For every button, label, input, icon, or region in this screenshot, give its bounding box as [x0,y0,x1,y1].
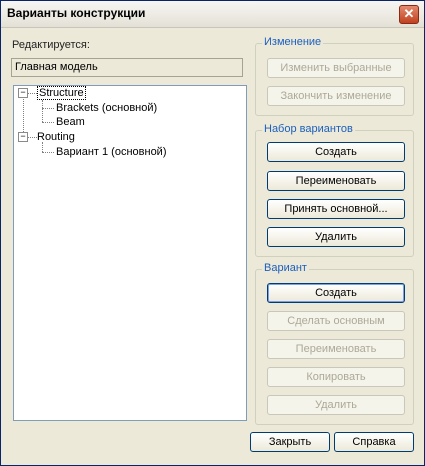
tree-line [27,137,37,138]
tree-node-variant-1[interactable]: Вариант 1 (основной) [56,145,167,159]
tree-node-beam[interactable]: Beam [56,115,85,129]
tree-node-label: Вариант 1 (основной) [56,146,167,158]
rename-option-button[interactable]: Переименовать [267,339,405,359]
tree-node-label: Brackets (основной) [56,102,158,114]
tree-line [42,100,43,122]
copy-option-button[interactable]: Копировать [267,367,405,387]
tree-node-structure[interactable]: Structure [37,86,86,100]
editing-field: Главная модель [11,58,243,77]
window-title: Варианты конструкции [7,6,146,20]
tree-line [42,122,54,123]
collapse-icon[interactable]: − [18,132,28,142]
tree-node-label: Routing [37,131,75,143]
options-tree[interactable]: − Structure Brackets (основной) Beam − R… [13,85,247,421]
delete-set-button[interactable]: Удалить [267,227,405,247]
create-set-button[interactable]: Создать [267,142,405,162]
editing-value: Главная модель [15,61,98,73]
tree-node-routing[interactable]: Routing [37,130,75,144]
title-bar[interactable]: Варианты конструкции ✕ [1,1,424,28]
delete-option-button[interactable]: Удалить [267,395,405,415]
editing-label: Редактируется: [12,39,90,51]
rename-set-button[interactable]: Переименовать [267,171,405,191]
create-option-button[interactable]: Создать [267,283,405,303]
make-primary-button[interactable]: Сделать основным [267,311,405,331]
tree-node-label: Structure [37,86,86,100]
tree-node-brackets[interactable]: Brackets (основной) [56,101,157,115]
tree-line [42,108,54,109]
tree-line [42,152,54,153]
finish-edit-button[interactable]: Закончить изменение [267,86,405,106]
tree-node-label: Beam [56,116,85,128]
help-button[interactable]: Справка [334,432,414,452]
edit-selected-button[interactable]: Изменить выбранные [267,58,405,78]
tree-line [27,93,37,94]
option-group-title: Вариант [262,262,309,274]
close-icon[interactable]: ✕ [399,5,419,24]
collapse-icon[interactable]: − [18,88,28,98]
option-set-group-title: Набор вариантов [262,123,355,135]
design-options-dialog: Варианты конструкции ✕ Редактируется: Гл… [0,0,425,466]
close-button[interactable]: Закрыть [250,432,330,452]
accept-primary-button[interactable]: Принять основной... [267,199,405,219]
change-group-title: Изменение [262,36,324,48]
